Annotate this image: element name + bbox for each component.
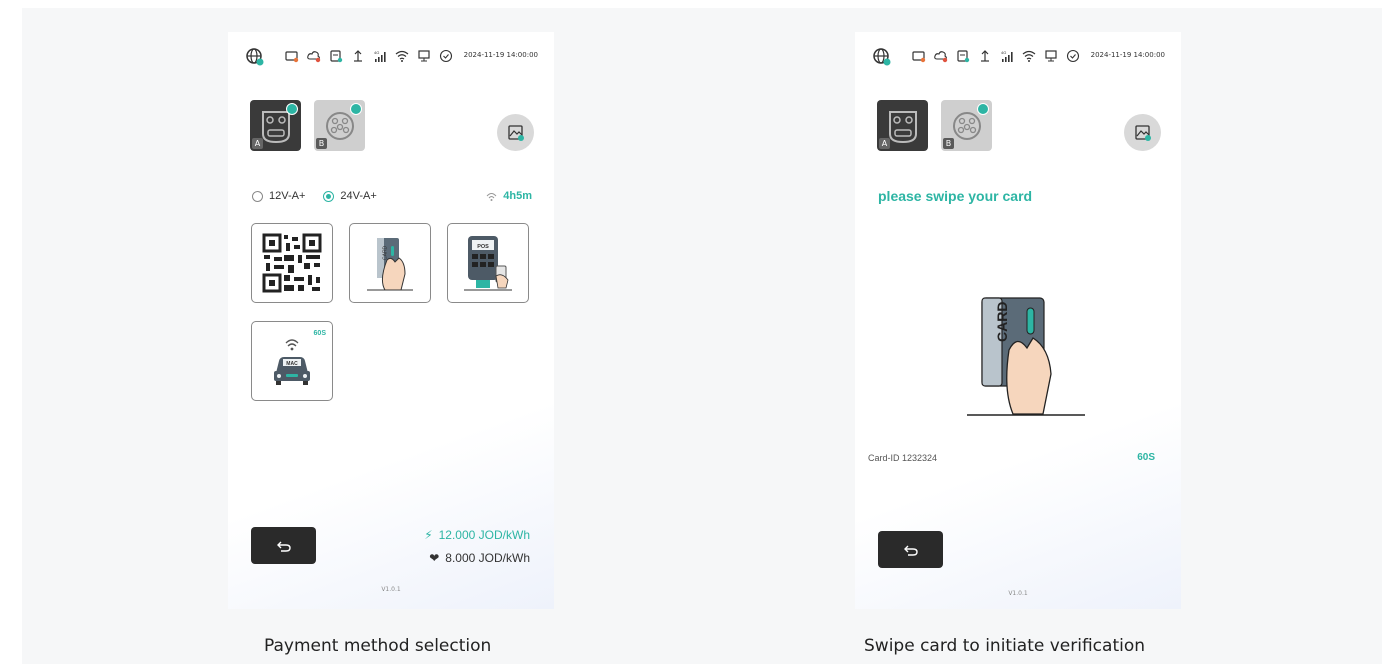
cloud-ok-icon — [439, 49, 453, 63]
status-dot-icon — [977, 103, 989, 115]
version-label: V1.0.1 — [1008, 590, 1028, 597]
swipe-prompt: please swipe your card — [878, 188, 1033, 204]
payment-qr-code[interactable] — [251, 223, 333, 303]
svg-text:4G: 4G — [374, 50, 379, 55]
network-icon — [418, 50, 430, 62]
connector-letter: B — [316, 138, 327, 149]
signal-4g-icon: 4G — [1001, 50, 1013, 62]
card-swipe-icon: CARD — [367, 238, 413, 291]
connector-b[interactable]: B — [941, 100, 992, 151]
qr-code-icon — [262, 233, 322, 293]
cloud-alert-icon — [934, 51, 948, 63]
caption-right: Swipe card to initiate verification — [864, 636, 1146, 656]
swipe-countdown: 60S — [1137, 452, 1155, 463]
check-icon — [286, 103, 298, 115]
heart-hand-icon: ❤ — [429, 551, 440, 565]
back-arrow-icon — [276, 541, 291, 552]
mac-timer: 60S — [313, 330, 326, 337]
voltage-option-label: 24V-A+ — [340, 190, 377, 202]
network-icon — [1045, 50, 1057, 62]
connector-letter: A — [879, 138, 890, 149]
wifi-icon — [395, 50, 409, 62]
cloud-ok-icon — [1066, 49, 1080, 63]
service-price-value: 8.000 JOD/kWh — [445, 551, 530, 565]
gallery-button[interactable] — [497, 114, 534, 151]
upload-icon — [981, 50, 989, 62]
cloud-alert-icon — [307, 51, 321, 63]
signal-4g-icon: 4G — [374, 50, 386, 62]
energy-price-value: 12.000 JOD/kWh — [438, 528, 530, 542]
payment-card[interactable]: CARD — [349, 223, 431, 303]
remaining-time: 4h5m — [486, 190, 532, 202]
voltage-option-label: 12V-A+ — [269, 190, 306, 202]
back-arrow-icon — [903, 545, 918, 556]
status-dot-icon — [350, 103, 362, 115]
connector-a[interactable]: A — [250, 100, 301, 151]
storage-icon — [957, 50, 970, 63]
pos-label: POS — [477, 244, 489, 250]
voltage-option-12v[interactable]: 12V-A+ — [252, 190, 305, 202]
wireless-icon — [486, 192, 497, 201]
svg-text:4G: 4G — [1001, 50, 1006, 55]
voltage-options: 12V-A+ 24V-A+ — [252, 190, 377, 202]
wifi-icon — [1022, 50, 1036, 62]
globe-icon — [873, 48, 891, 66]
gallery-button[interactable] — [1124, 114, 1161, 151]
swipe-card-screen: 4G 2024-11-19 14:00:00 A B please swipe … — [855, 32, 1181, 609]
sim-card-icon — [912, 51, 926, 63]
car-label: MAC — [286, 361, 298, 367]
connector-letter: A — [252, 138, 263, 149]
back-button[interactable] — [251, 527, 316, 564]
status-datetime: 2024-11-19 14:00:00 — [1090, 51, 1165, 59]
payment-pos[interactable]: POS — [447, 223, 529, 303]
payment-mac[interactable]: 60S MAC — [251, 321, 333, 401]
version-label: V1.0.1 — [381, 586, 401, 593]
status-bar: 4G 2024-11-19 14:00:00 — [855, 48, 1181, 66]
card-swipe-illustration: CARD — [967, 297, 1085, 416]
connector-letter: B — [943, 138, 954, 149]
service-price: ❤ 8.000 JOD/kWh — [429, 551, 530, 565]
status-datetime: 2024-11-19 14:00:00 — [463, 51, 538, 59]
card-label: CARD — [383, 245, 389, 260]
image-icon — [507, 124, 524, 141]
payment-selection-screen: 4G 2024-11-19 14:00:00 A B 12V-A+ 24V-A+… — [228, 32, 554, 609]
energy-price: ⚡︎ 12.000 JOD/kWh — [424, 528, 530, 542]
connector-a[interactable]: A — [877, 100, 928, 151]
card-label: CARD — [994, 302, 1010, 342]
radio-selected-icon — [323, 190, 335, 202]
back-button[interactable] — [878, 531, 943, 568]
caption-left: Payment method selection — [264, 636, 492, 656]
sim-card-icon — [285, 51, 299, 63]
status-bar: 4G 2024-11-19 14:00:00 — [228, 48, 554, 66]
upload-icon — [354, 50, 362, 62]
lightning-icon: ⚡︎ — [424, 528, 433, 542]
pos-terminal-icon: POS — [464, 236, 512, 291]
voltage-option-24v[interactable]: 24V-A+ — [323, 190, 377, 202]
radio-icon — [252, 190, 263, 202]
plug-icon — [889, 111, 917, 144]
globe-icon — [246, 48, 264, 66]
image-icon — [1134, 124, 1151, 141]
storage-icon — [330, 50, 343, 63]
car-mac-icon: MAC — [274, 339, 310, 385]
remaining-time-value: 4h5m — [503, 190, 532, 202]
card-id: Card-ID 1232324 — [868, 453, 938, 463]
connector-b[interactable]: B — [314, 100, 365, 151]
